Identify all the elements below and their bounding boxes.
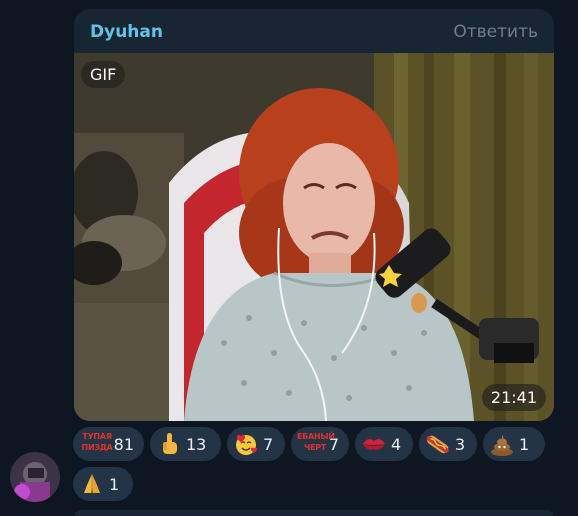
reply-button[interactable]: Ответить xyxy=(453,22,538,42)
reaction-count: 81 xyxy=(113,434,134,454)
reaction-pointing-up[interactable]: 13 xyxy=(150,427,221,461)
text-sticker-icon: ТУПАЯ ПИЗДА xyxy=(79,431,113,457)
sticker-text: ЕБАНЫЙ ЧЕРТ xyxy=(297,432,335,452)
reaction-count: 3 xyxy=(455,434,466,454)
pointing-up-hand-emoji-icon xyxy=(156,431,182,457)
hot-dog-emoji-icon xyxy=(425,431,451,457)
reaction-count: 1 xyxy=(519,434,530,454)
pile-of-poo-emoji-icon xyxy=(489,431,515,457)
text-sticker-icon: ЕБАНЫЙ ЧЕРТ xyxy=(297,431,335,457)
kiss-mark-emoji-icon xyxy=(361,431,387,457)
duration-badge: 21:41 xyxy=(481,384,546,411)
sender-avatar[interactable] xyxy=(10,452,60,502)
reaction-count: 4 xyxy=(391,434,402,454)
reaction-text-sticker-1[interactable]: ТУПАЯ ПИЗДА 81 xyxy=(73,427,144,461)
reaction-folded-hands[interactable]: 1 xyxy=(73,467,133,501)
reaction-count: 13 xyxy=(186,434,207,454)
smiling-face-with-hearts-emoji-icon xyxy=(233,431,259,457)
reaction-smiling-face-with-hearts[interactable]: 7 xyxy=(227,427,285,461)
message-bubble[interactable]: Dyuhan Ответить GIF 21:41 xyxy=(74,9,554,421)
gif-badge: GIF xyxy=(81,61,126,88)
reaction-kiss-mark[interactable]: 4 xyxy=(355,427,413,461)
sticker-text: ТУПАЯ ПИЗДА xyxy=(81,432,113,452)
sender-name[interactable]: Dyuhan xyxy=(90,22,163,42)
folded-hands-emoji-icon xyxy=(79,471,105,497)
reaction-pile-of-poo[interactable]: 1 xyxy=(483,427,545,461)
reaction-count: 7 xyxy=(263,434,274,454)
gif-frame-image xyxy=(74,53,554,421)
reaction-count: 1 xyxy=(109,474,120,494)
chat-view: Dyuhan Ответить GIF 21:41 ТУПАЯ ПИЗДА 81… xyxy=(0,0,578,516)
reaction-text-sticker-2[interactable]: ЕБАНЫЙ ЧЕРТ 7 xyxy=(291,427,349,461)
message-header: Dyuhan Ответить xyxy=(74,9,554,53)
next-message-bubble-edge xyxy=(74,510,554,516)
reaction-hot-dog[interactable]: 3 xyxy=(419,427,477,461)
gif-media[interactable]: GIF 21:41 xyxy=(74,53,554,421)
